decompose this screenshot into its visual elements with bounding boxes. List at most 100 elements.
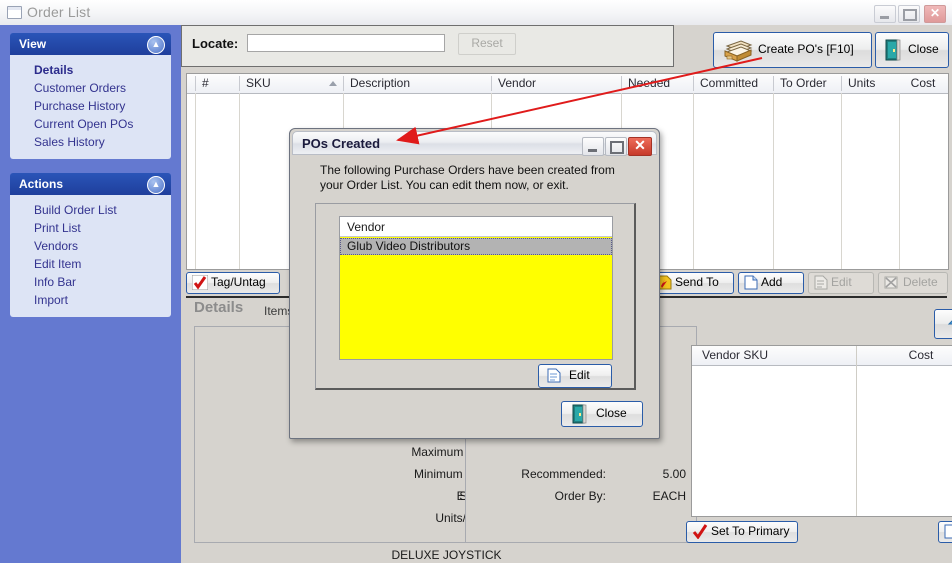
tag-untag-button[interactable]: Tag/Untag (186, 272, 280, 294)
grid-col-sku[interactable]: SKU (239, 76, 339, 91)
locate-label: Locate: (192, 36, 239, 51)
edit-document-icon (547, 368, 561, 383)
up-arrow-icon (947, 315, 952, 333)
dialog-maximize-button[interactable] (605, 137, 627, 156)
card-file-box-icon (723, 38, 753, 62)
sidebar-panel-actions-title: Actions (19, 177, 64, 191)
sidebar-item-import[interactable]: Import (10, 291, 171, 309)
edit-document-icon (814, 275, 828, 290)
dialog-close-action-button[interactable]: Close (561, 401, 643, 427)
vendor-detail-grid[interactable]: Vendor SKU Cost Last Bought (691, 345, 952, 517)
field-value-recommended: 5.00 (662, 467, 686, 481)
add-label: Add (761, 275, 783, 289)
sidebar-item-current-open-pos[interactable]: Current Open POs (10, 115, 171, 133)
sidebar-item-info-bar[interactable]: Info Bar (10, 273, 171, 291)
sidebar-panel-view-header[interactable]: View ▲ (10, 33, 171, 55)
dialog-edit-button[interactable]: Edit (538, 364, 612, 388)
check-icon (692, 524, 708, 539)
grid-col-cost[interactable]: Cost (899, 76, 947, 91)
create-pos-label: Create PO's [F10] (758, 42, 854, 56)
chevron-up-icon[interactable]: ▲ (147, 36, 165, 54)
vendor-add-button[interactable]: Add (938, 521, 952, 543)
chevron-up-icon[interactable]: ▲ (147, 176, 165, 194)
sidebar-panel-actions-header[interactable]: Actions ▲ (10, 173, 171, 195)
reset-button[interactable]: Reset (458, 33, 516, 55)
sidebar-item-purchase-history[interactable]: Purchase History (10, 97, 171, 115)
close-icon: ✕ (929, 6, 941, 20)
close-window-label: Close (908, 42, 939, 56)
locate-bar: Locate: Reset (181, 25, 674, 67)
create-pos-button[interactable]: Create PO's [F10] (713, 32, 872, 68)
check-icon (192, 275, 208, 290)
grid-col-vendor[interactable]: Vendor (491, 76, 621, 91)
grid-col-number[interactable]: # (195, 76, 239, 91)
close-window-button[interactable]: Close (875, 32, 949, 68)
dialog-message: The following Purchase Orders have been … (320, 163, 615, 192)
exit-door-icon (884, 39, 902, 61)
sidebar-item-edit-item[interactable]: Edit Item (10, 255, 171, 273)
sidebar-item-customer-orders[interactable]: Customer Orders (10, 79, 171, 97)
dialog-minimize-button[interactable] (582, 137, 604, 156)
delete-icon (884, 275, 898, 290)
sidebar-item-details[interactable]: Details (10, 61, 171, 79)
vendor-grid-header-row: Vendor SKU Cost Last Bought (692, 346, 952, 366)
set-to-primary-label: Set To Primary (711, 524, 790, 538)
vendor-grid-col-vendor-sku[interactable]: Vendor SKU (696, 348, 862, 363)
close-icon: ✕ (634, 137, 646, 153)
edit-button: Edit (808, 272, 874, 294)
send-to-label: Send To (675, 275, 719, 289)
dialog-edit-label: Edit (569, 368, 590, 382)
add-button[interactable]: Add (738, 272, 804, 294)
set-to-primary-button[interactable]: Set To Primary (686, 521, 798, 543)
search-input[interactable] (247, 34, 445, 52)
grid-col-committed[interactable]: Committed (693, 76, 773, 91)
sidebar-item-build-order-list[interactable]: Build Order List (10, 201, 171, 219)
pos-created-dialog: POs Created ✕ The following Purchase Ord… (289, 128, 660, 439)
delete-label: Delete (903, 275, 938, 289)
field-label-order-by: Order By: (554, 489, 606, 503)
new-document-icon (744, 275, 758, 290)
dialog-titlebar: POs Created ✕ (292, 131, 657, 156)
field-label-recommended: Recommended: (521, 467, 606, 481)
sidebar-item-print-list[interactable]: Print List (10, 219, 171, 237)
delete-button: Delete (878, 272, 948, 294)
tag-untag-label: Tag/Untag (211, 275, 266, 289)
sidebar: View ▲ Details Customer Orders Purchase … (0, 25, 181, 563)
sidebar-panel-view-body: Details Customer Orders Purchase History… (10, 55, 171, 159)
window-icon (7, 6, 22, 19)
sidebar-item-sales-history[interactable]: Sales History (10, 133, 171, 151)
new-document-icon (944, 524, 952, 539)
vendor-toolbar: Set To Primary Add Edit Delete (686, 519, 952, 547)
window-minimize-button[interactable] (874, 5, 896, 23)
edit-label: Edit (831, 275, 852, 289)
exit-door-icon (571, 404, 589, 424)
send-to-button[interactable]: Send To (650, 272, 734, 294)
vendor-listbox[interactable]: Vendor Glub Video Distributors (339, 216, 613, 360)
grid-col-needed[interactable]: Needed (621, 76, 693, 91)
sidebar-panel-view-title: View (19, 37, 47, 51)
dialog-title: POs Created (302, 136, 381, 151)
grid-header-row: # SKU Description Vendor Needed Committe… (187, 74, 948, 94)
sidebar-panel-view: View ▲ Details Customer Orders Purchase … (10, 33, 171, 159)
dialog-close-button[interactable]: ✕ (628, 137, 652, 156)
item-name-label: DELUXE JOYSTICK (391, 548, 502, 562)
grid-col-description[interactable]: Description (343, 76, 491, 91)
tab-details[interactable]: Details (194, 299, 243, 316)
grid-col-units[interactable]: Units (841, 76, 899, 91)
sidebar-panel-actions: Actions ▲ Build Order List Print List Ve… (10, 173, 171, 317)
list-item[interactable]: Glub Video Distributors (340, 238, 612, 255)
vendor-listbox-header: Vendor (340, 217, 612, 237)
dialog-close-action-label: Close (596, 406, 627, 420)
window-close-button[interactable]: ✕ (924, 5, 946, 23)
field-value-order-by: EACH (652, 489, 686, 503)
assign-to-highlighted-button[interactable]: Assign To Highlighted [F9] (934, 309, 952, 339)
sidebar-item-vendors[interactable]: Vendors (10, 237, 171, 255)
vendor-grid-col-cost[interactable]: Cost (856, 348, 952, 363)
window-title: Order List (27, 4, 91, 20)
window-titlebar: Order List ✕ (0, 0, 952, 26)
dialog-inner-group: Vendor Glub Video Distributors Edit (315, 203, 636, 390)
window-maximize-button[interactable] (898, 5, 920, 23)
grid-col-to-order[interactable]: To Order (773, 76, 841, 91)
sidebar-panel-actions-body: Build Order List Print List Vendors Edit… (10, 195, 171, 317)
sort-ascending-icon (329, 81, 337, 86)
